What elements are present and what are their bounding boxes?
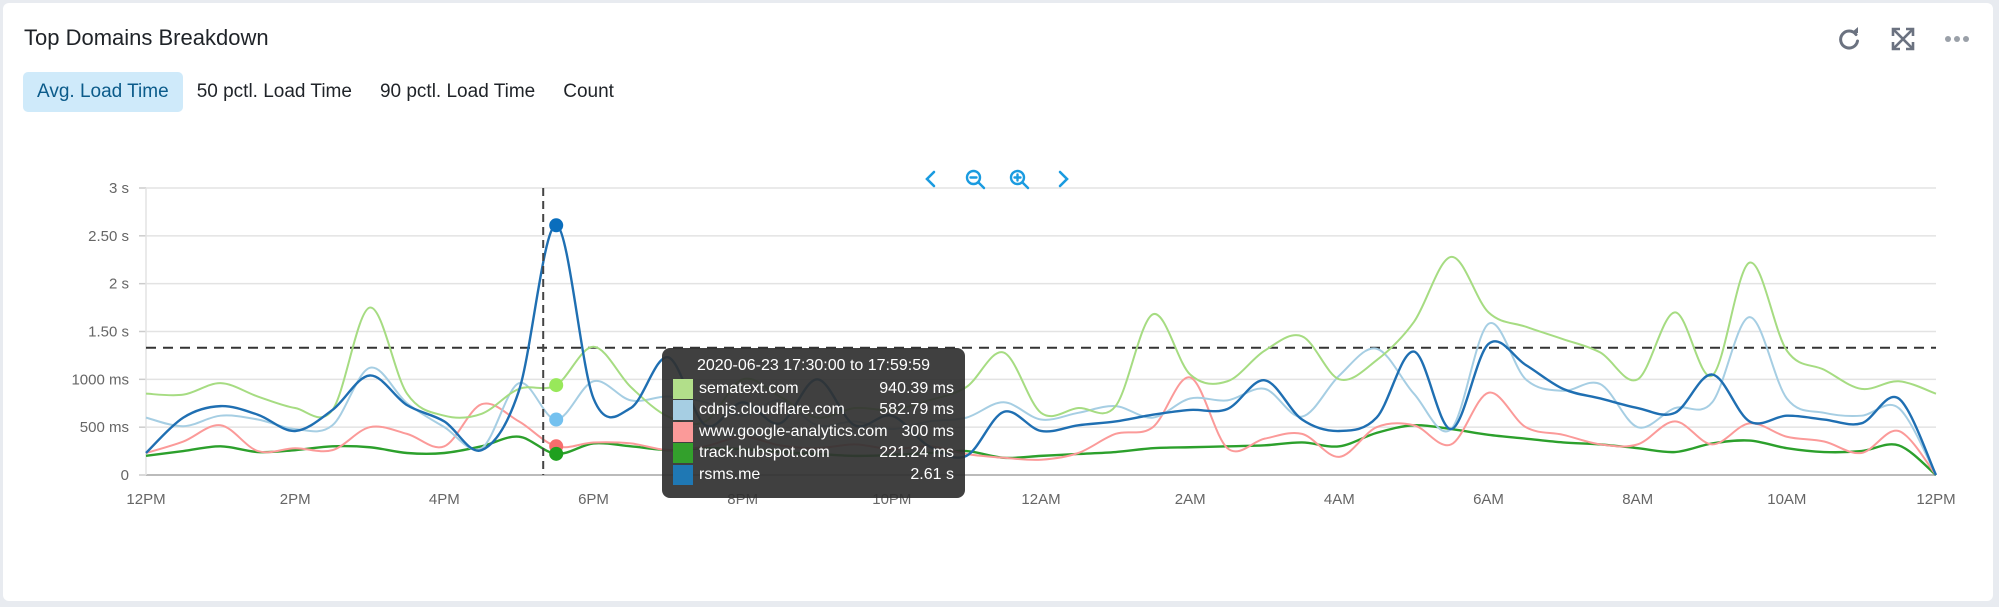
line-chart: 0 500 ms 1000 ms 1.50 s 2 s 2.50 s 3 s 12PM 2PM 4…	[71, 180, 1955, 508]
x-tick-label: 6AM	[1473, 491, 1504, 508]
x-tick-label: 2PM	[280, 491, 311, 508]
legend-swatch	[673, 378, 693, 399]
hover-point	[549, 412, 564, 427]
tooltip-row: cdnjs.cloudflare.com 582.79 ms	[662, 400, 965, 422]
x-tick-label: 10AM	[1767, 491, 1806, 508]
tooltip-series-value: 221.24 ms	[879, 444, 954, 462]
y-tick-label: 2.50 s	[88, 228, 129, 245]
x-tick-label: 2AM	[1175, 491, 1206, 508]
x-tick-label: 12PM	[126, 491, 165, 508]
legend-swatch	[673, 443, 693, 464]
tooltip-series-value: 582.79 ms	[879, 401, 954, 419]
tooltip-row: sematext.com 940.39 ms	[662, 378, 965, 400]
hover-point	[549, 218, 564, 233]
y-tick-label: 3 s	[109, 180, 129, 197]
tooltip-series-name: sematext.com	[699, 379, 799, 397]
chevron-left-icon[interactable]	[920, 168, 942, 190]
x-tick-label: 4AM	[1324, 491, 1355, 508]
series-line-www-google-analytics-com	[145, 376, 1937, 476]
legend-swatch	[673, 464, 693, 485]
tooltip-series-value: 940.39 ms	[879, 379, 954, 397]
x-tick-label: 12PM	[1916, 491, 1955, 508]
tooltip-series-name: rsms.me	[699, 465, 761, 483]
chart-nav-controls	[920, 168, 1074, 190]
tooltip-row: www.google-analytics.com 300 ms	[662, 421, 965, 443]
hover-point	[549, 446, 564, 461]
zoom-out-icon[interactable]	[964, 168, 986, 190]
tooltip-series-name: cdnjs.cloudflare.com	[699, 401, 845, 419]
tooltip-series-name: www.google-analytics.com	[699, 422, 888, 440]
series-line-track-hubspot-com	[145, 423, 1937, 476]
y-tick-label: 1.50 s	[88, 324, 129, 341]
chart-tooltip: 2020-06-23 17:30:00 to 17:59:59 sematext…	[662, 348, 965, 498]
series-line-sematext-com	[145, 255, 1937, 426]
tooltip-row: track.hubspot.com 221.24 ms	[662, 443, 965, 465]
x-tick-label: 12AM	[1021, 491, 1060, 508]
y-tick-label: 2 s	[109, 276, 129, 293]
tooltip-series-value: 2.61 s	[910, 465, 954, 483]
y-tick-label: 0	[121, 467, 129, 484]
zoom-in-icon[interactable]	[1008, 168, 1030, 190]
chevron-right-icon[interactable]	[1052, 168, 1074, 190]
x-tick-label: 6PM	[578, 491, 609, 508]
y-tick-label: 1000 ms	[71, 371, 129, 388]
tooltip-series-value: 300 ms	[901, 422, 954, 440]
y-tick-label: 500 ms	[80, 419, 129, 436]
hover-point	[549, 378, 564, 393]
legend-swatch	[673, 421, 693, 442]
x-tick-label: 8AM	[1622, 491, 1653, 508]
tooltip-title: 2020-06-23 17:30:00 to 17:59:59	[696, 357, 931, 374]
tooltip-row: rsms.me 2.61 s	[662, 464, 965, 486]
legend-swatch	[673, 400, 693, 421]
x-tick-label: 4PM	[429, 491, 460, 508]
tooltip-series-name: track.hubspot.com	[699, 444, 830, 462]
